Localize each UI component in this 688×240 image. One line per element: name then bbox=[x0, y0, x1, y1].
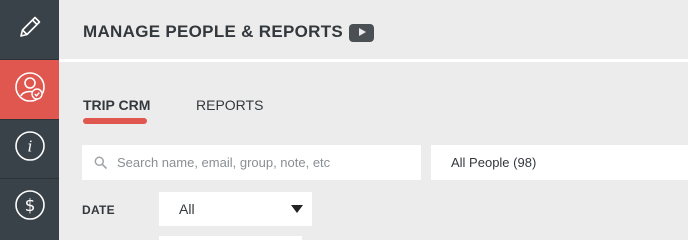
dollar-icon: $ bbox=[14, 189, 46, 226]
search-box[interactable] bbox=[82, 145, 421, 180]
date-filter-value: All bbox=[179, 201, 195, 217]
people-filter-select[interactable]: All People (98) bbox=[431, 145, 688, 180]
sidebar-item-edit[interactable] bbox=[0, 0, 59, 59]
svg-text:i: i bbox=[27, 138, 32, 156]
pencil-icon bbox=[15, 12, 45, 47]
search-input[interactable] bbox=[117, 155, 417, 170]
date-filter-label: DATE bbox=[82, 203, 115, 217]
chevron-down-icon bbox=[291, 205, 303, 213]
sidebar-item-people[interactable] bbox=[0, 60, 59, 119]
sidebar: i $ bbox=[0, 0, 59, 240]
tab-trip-crm[interactable]: TRIP CRM bbox=[83, 97, 150, 113]
main-content: MANAGE PEOPLE & REPORTS TRIP CRM REPORTS… bbox=[59, 0, 688, 240]
video-button[interactable] bbox=[349, 24, 374, 42]
secondary-filter-field[interactable] bbox=[159, 236, 302, 240]
search-icon bbox=[94, 156, 108, 170]
people-filter-value: All People (98) bbox=[451, 155, 537, 170]
sidebar-item-info[interactable]: i bbox=[0, 119, 59, 178]
user-check-icon bbox=[13, 70, 47, 109]
sidebar-item-billing[interactable]: $ bbox=[0, 178, 59, 237]
svg-text:$: $ bbox=[24, 196, 35, 216]
tab-reports[interactable]: REPORTS bbox=[196, 97, 263, 113]
date-filter-select[interactable]: All bbox=[159, 192, 312, 226]
page-title: MANAGE PEOPLE & REPORTS bbox=[83, 22, 344, 41]
active-tab-indicator bbox=[83, 118, 147, 124]
info-icon: i bbox=[14, 130, 46, 167]
page-header: MANAGE PEOPLE & REPORTS bbox=[59, 0, 688, 62]
video-play-icon bbox=[357, 24, 367, 42]
